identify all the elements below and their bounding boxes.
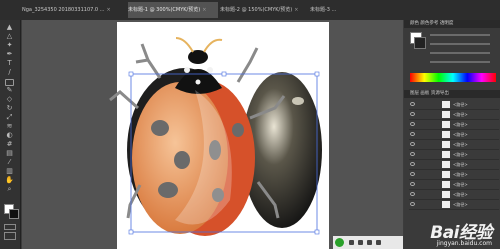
layer-row[interactable]: <路径> — [409, 160, 499, 170]
layer-thumbnail — [442, 131, 450, 138]
color-slider-y[interactable] — [430, 52, 490, 54]
spot — [158, 182, 178, 198]
layer-row[interactable]: <路径> — [409, 200, 499, 210]
visibility-icon[interactable] — [410, 132, 415, 136]
layer-thumbnail — [442, 191, 450, 198]
layer-row[interactable]: <路径> — [409, 110, 499, 120]
color-slider-c[interactable] — [430, 34, 490, 36]
spot — [174, 151, 190, 169]
visibility-icon[interactable] — [410, 122, 415, 126]
layer-thumbnail — [442, 141, 450, 148]
leg — [135, 43, 162, 79]
selection-handle[interactable] — [314, 71, 320, 77]
visibility-icon[interactable] — [410, 142, 415, 146]
layer-thumbnail — [442, 171, 450, 178]
spot — [232, 123, 244, 137]
color-spectrum[interactable] — [410, 73, 496, 82]
layer-row[interactable]: <路径> — [409, 120, 499, 130]
ime-status-bar — [333, 236, 403, 249]
layer-row[interactable]: <路径> — [409, 100, 499, 110]
layer-thumbnail — [442, 121, 450, 128]
selection-handle[interactable] — [314, 229, 320, 235]
leg — [236, 47, 259, 83]
layer-row[interactable]: <路径> — [409, 150, 499, 160]
selection-handle[interactable] — [128, 229, 134, 235]
layer-row[interactable]: <路径> — [409, 140, 499, 150]
layer-thumbnail — [442, 181, 450, 188]
layers-panel-header[interactable]: 图层 画板 资源导出 — [404, 90, 500, 98]
color-panel-header[interactable]: 颜色 颜色参考 透明度 — [404, 20, 500, 28]
layer-thumbnail — [442, 151, 450, 158]
baidu-jingyan-watermark: Bai经验 jingyan.baidu.com — [430, 223, 492, 247]
settings-icon[interactable] — [376, 240, 381, 245]
visibility-icon[interactable] — [410, 162, 415, 166]
layer-thumbnail — [442, 101, 450, 108]
visibility-icon[interactable] — [410, 182, 415, 186]
visibility-icon[interactable] — [410, 102, 415, 106]
visibility-icon[interactable] — [410, 152, 415, 156]
sogou-icon[interactable] — [335, 238, 344, 247]
selection-handle[interactable] — [221, 71, 227, 77]
visibility-icon[interactable] — [410, 112, 415, 116]
spot — [151, 120, 169, 136]
layer-row[interactable]: <路径> — [409, 170, 499, 180]
emoji-icon[interactable] — [358, 240, 363, 245]
color-slider-m[interactable] — [430, 43, 490, 45]
selection-handle[interactable] — [128, 71, 134, 77]
visibility-icon[interactable] — [410, 172, 415, 176]
layer-row[interactable]: <路径> — [409, 180, 499, 190]
keyboard-icon[interactable] — [367, 240, 372, 245]
antenna — [175, 37, 194, 53]
color-slider-k[interactable] — [430, 61, 490, 63]
leg — [109, 90, 139, 110]
layer-thumbnail — [442, 201, 450, 208]
layer-thumbnail — [442, 161, 450, 168]
layer-row[interactable]: <路径> — [409, 190, 499, 200]
layer-thumbnail — [442, 111, 450, 118]
punctuation-icon[interactable] — [349, 240, 354, 245]
visibility-icon[interactable] — [410, 192, 415, 196]
antenna — [203, 38, 223, 53]
stroke-color-swatch[interactable] — [414, 37, 426, 49]
layer-row[interactable]: <路径> — [409, 130, 499, 140]
leg — [126, 184, 142, 219]
visibility-icon[interactable] — [410, 202, 415, 206]
